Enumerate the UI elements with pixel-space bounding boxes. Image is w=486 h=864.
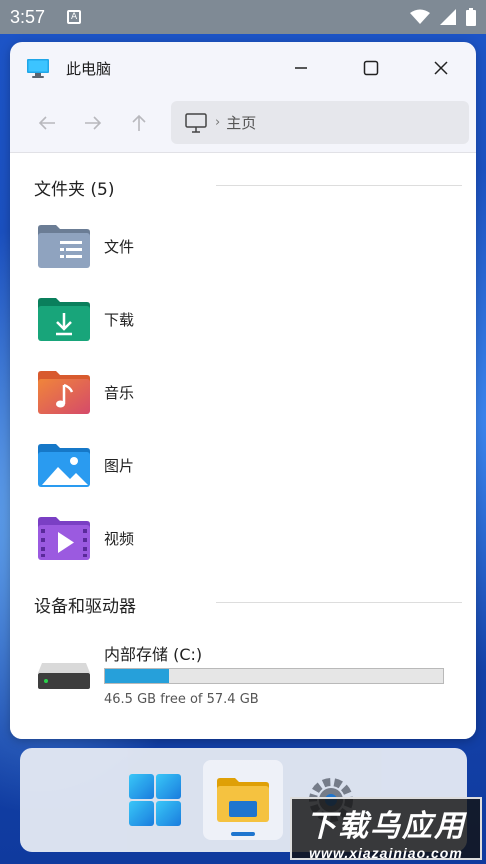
- forward-arrow-icon: [85, 116, 102, 130]
- section-divider: [216, 602, 462, 603]
- hard-drive-icon: [38, 663, 90, 689]
- start-button[interactable]: [115, 760, 195, 840]
- maximize-icon: [363, 60, 379, 76]
- this-pc-outline-icon: [185, 112, 207, 133]
- up-arrow-icon: [132, 114, 146, 131]
- folder-item-videos[interactable]: 视频: [36, 511, 336, 565]
- up-button[interactable]: [116, 103, 162, 143]
- minimize-button[interactable]: [266, 42, 336, 94]
- file-explorer-icon: [217, 778, 269, 822]
- start-icon: [129, 774, 181, 826]
- close-icon: [434, 61, 448, 75]
- status-icons: [410, 8, 476, 26]
- folder-label: 文件: [104, 237, 135, 256]
- back-arrow-icon: [38, 116, 55, 130]
- chevron-right-icon: ›: [215, 115, 221, 130]
- maximize-button[interactable]: [336, 42, 406, 94]
- minimize-icon: [295, 67, 307, 69]
- watermark: 下载乌应用 www.xiazainiao.com: [290, 797, 482, 861]
- folder-label: 音乐: [104, 383, 135, 402]
- folder-item-music[interactable]: 音乐: [36, 365, 336, 419]
- drive-name: 内部存储 (C:): [104, 645, 203, 664]
- drive-free-space: 46.5 GB free of 57.4 GB: [104, 692, 259, 707]
- folder-label: 下载: [104, 310, 135, 329]
- this-pc-icon: [27, 59, 49, 78]
- documents-folder-icon: [38, 225, 90, 268]
- drive-usage-fill: [105, 669, 170, 683]
- folder-label: 视频: [104, 529, 135, 548]
- forward-button[interactable]: [70, 103, 116, 143]
- address-bar[interactable]: › 主页: [171, 101, 469, 144]
- watermark-title: 下载乌应用: [306, 809, 466, 844]
- drives-section-header[interactable]: 设备和驱动器: [34, 592, 136, 617]
- folders-section-header[interactable]: 文件夹 (5): [34, 175, 114, 200]
- active-indicator: [231, 832, 255, 836]
- back-button[interactable]: [24, 103, 70, 143]
- signal-icon: [440, 9, 456, 25]
- content-pane: 文件夹 (5) 文件 下载 音乐 图片 视频 设备和驱动器 内部存储 (C:) …: [10, 152, 476, 739]
- folder-item-documents[interactable]: 文件: [36, 219, 336, 273]
- section-divider: [216, 185, 462, 186]
- folder-item-downloads[interactable]: 下载: [36, 292, 336, 346]
- folder-item-pictures[interactable]: 图片: [36, 438, 336, 492]
- pictures-folder-icon: [38, 444, 90, 487]
- folder-label: 图片: [104, 456, 135, 475]
- drive-usage-bar: [104, 668, 444, 684]
- notification-app-icon: A: [67, 10, 82, 24]
- drive-item-c[interactable]: 内部存储 (C:) 46.5 GB free of 57.4 GB: [36, 637, 456, 717]
- downloads-folder-icon: [38, 298, 90, 341]
- file-explorer-window: 此电脑 › 主页 文件夹 (5) 文件 下载 音乐 图片 视频 设备和驱动器 内…: [10, 42, 476, 739]
- watermark-url: www.xiazainiao.com: [309, 845, 463, 861]
- title-bar: 此电脑: [10, 42, 476, 94]
- battery-icon: [466, 8, 476, 26]
- close-button[interactable]: [406, 42, 476, 94]
- status-bar: 3:57 A: [0, 0, 486, 34]
- breadcrumb[interactable]: 主页: [226, 112, 256, 133]
- music-folder-icon: [38, 371, 90, 414]
- window-title: 此电脑: [66, 59, 112, 78]
- window-controls: [266, 42, 476, 94]
- videos-folder-icon: [38, 517, 90, 560]
- status-time: 3:57: [10, 6, 46, 27]
- file-explorer-taskbar-button[interactable]: [203, 760, 283, 840]
- wifi-icon: [410, 9, 430, 24]
